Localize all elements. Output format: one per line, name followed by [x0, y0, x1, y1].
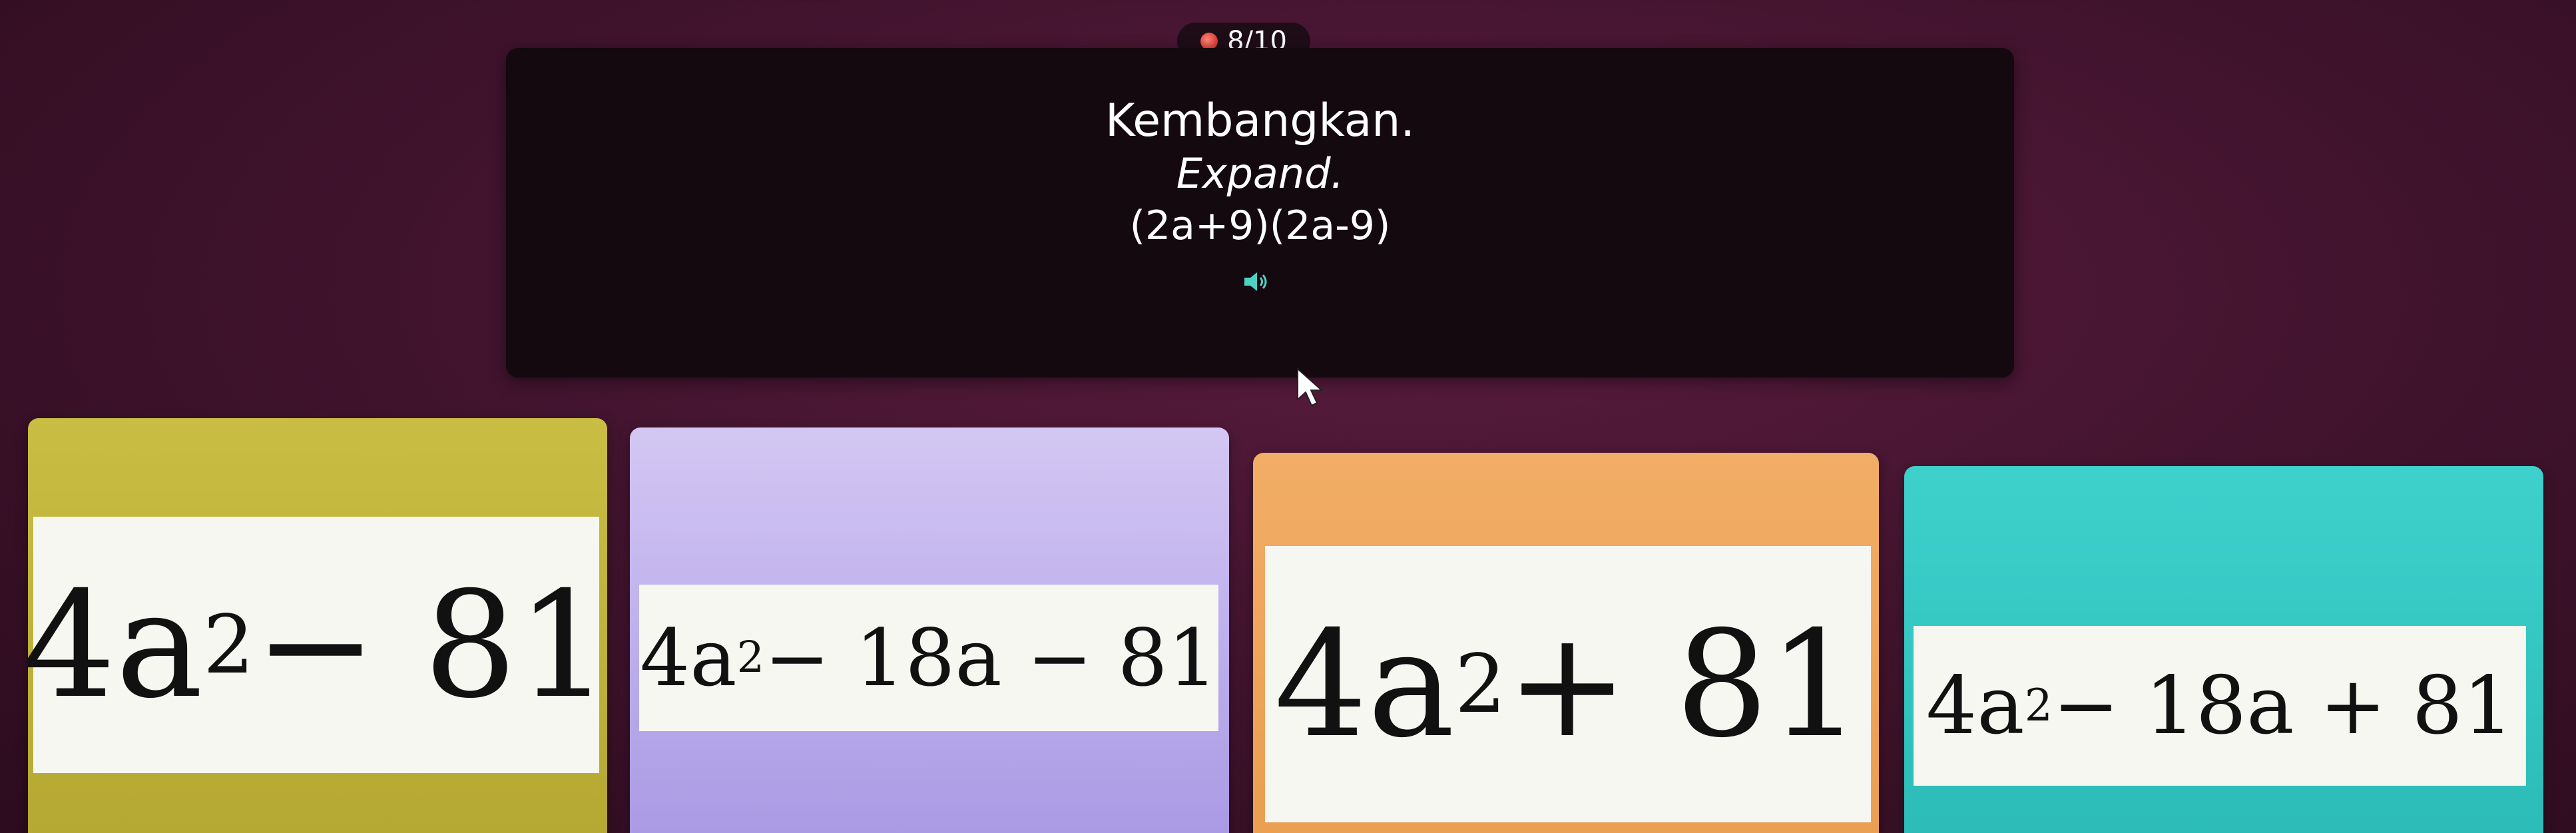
- answer-option-2-expression: 4a 2 − 18a − 81: [639, 585, 1218, 731]
- answer-option-1-expression: 4a 2 − 81: [23, 517, 610, 773]
- answer-option-1[interactable]: 4a 2 − 81: [23, 418, 610, 833]
- answer-option-4[interactable]: 4a 2 − 18a + 81: [1904, 466, 2543, 833]
- question-expression: (2a+9)(2a-9): [1129, 202, 1391, 249]
- answer-option-2[interactable]: 4a 2 − 18a − 81: [630, 427, 1229, 833]
- mouse-cursor-icon: [1297, 368, 1324, 407]
- answer-option-3[interactable]: 4a 2 + 81: [1253, 453, 1879, 833]
- question-subtitle: Expand.: [1176, 149, 1344, 198]
- answer-option-4-expression: 4a 2 − 18a + 81: [1914, 626, 2526, 786]
- question-card: Kembangkan. Expand. (2a+9)(2a-9): [506, 48, 2014, 378]
- answer-option-3-expression: 4a 2 + 81: [1265, 546, 1871, 822]
- speaker-icon[interactable]: [1243, 270, 1270, 293]
- question-title: Kembangkan.: [1105, 95, 1415, 147]
